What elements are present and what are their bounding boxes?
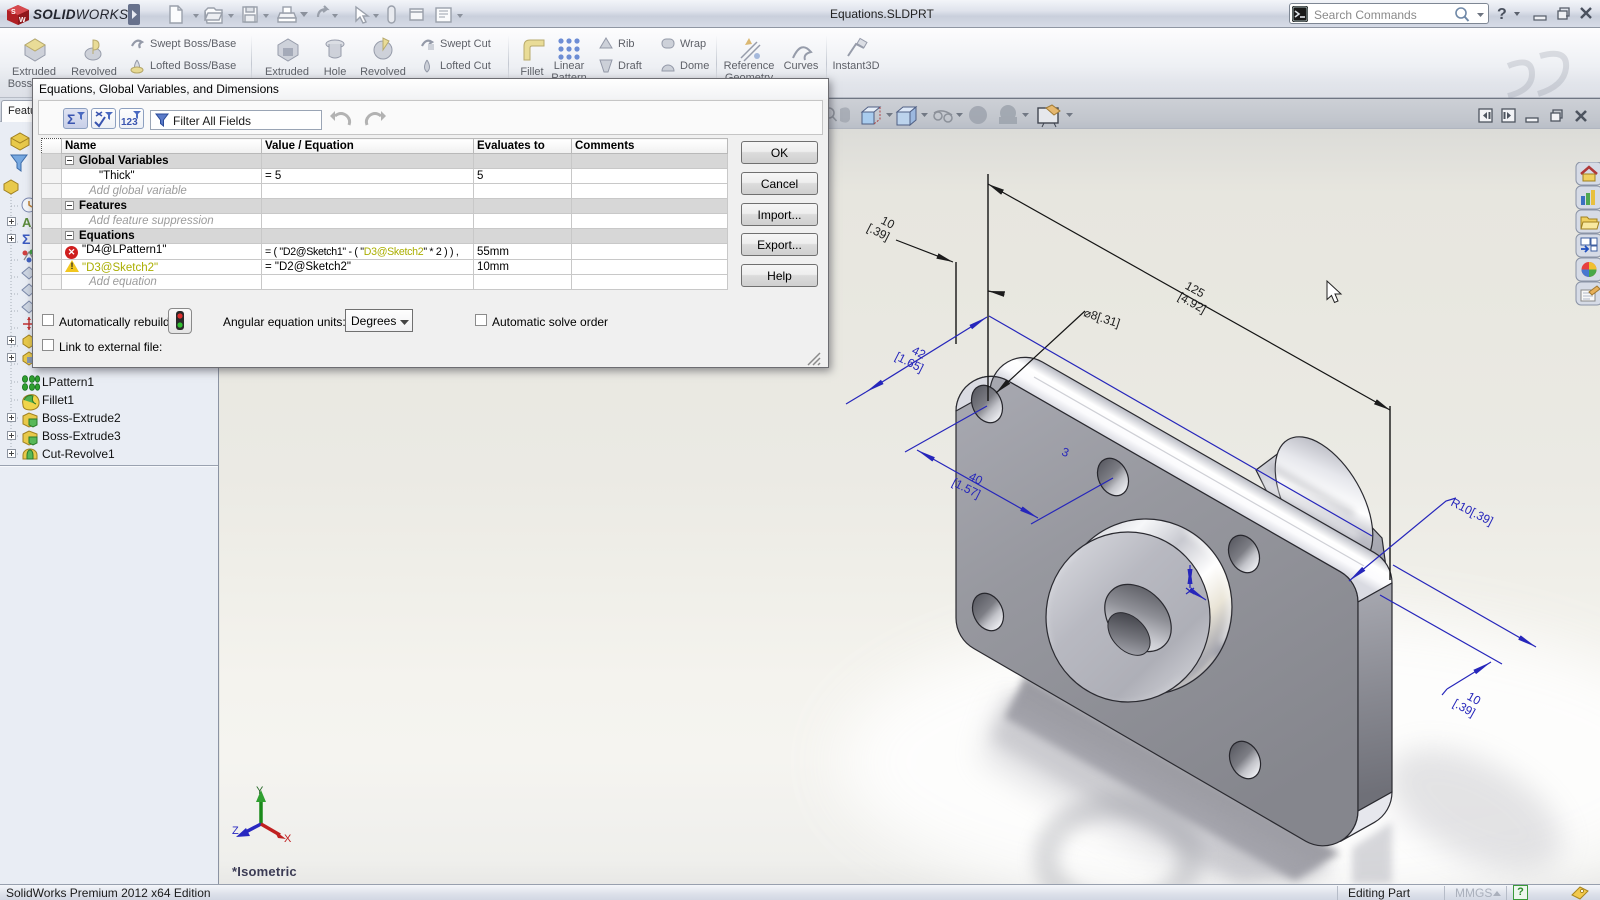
svg-text:Dome: Dome (680, 60, 709, 72)
svg-text:Revolved: Revolved (360, 66, 406, 78)
svg-text:Draft: Draft (618, 60, 642, 72)
svg-text:Extruded: Extruded (265, 66, 309, 78)
svg-text:Extruded: Extruded (12, 66, 56, 78)
svg-text:Instant3D: Instant3D (832, 60, 879, 72)
svg-text:Σ: Σ (67, 111, 75, 127)
svg-text:Lofted Boss/Base: Lofted Boss/Base (150, 60, 236, 72)
svg-text:Swept Cut: Swept Cut (440, 38, 491, 50)
svg-text:Lofted Cut: Lofted Cut (440, 60, 491, 72)
svg-text:Swept Boss/Base: Swept Boss/Base (150, 38, 236, 50)
svg-text:Wrap: Wrap (680, 38, 706, 50)
svg-text:Σ: Σ (22, 231, 30, 247)
svg-text:R10[.39]: R10[.39] (1449, 495, 1496, 528)
svg-text:A: A (22, 215, 32, 230)
svg-text:Reference: Reference (724, 60, 775, 72)
svg-text:123: 123 (121, 117, 138, 128)
svg-text:Curves: Curves (784, 60, 819, 72)
svg-text:?: ? (1497, 6, 1507, 23)
svg-text:Hole: Hole (324, 66, 347, 78)
svg-text:Fillet: Fillet (520, 66, 543, 78)
svg-text:S: S (11, 9, 16, 16)
svg-text:Revolved: Revolved (71, 66, 117, 78)
svg-text:Rib: Rib (618, 38, 635, 50)
svg-text:Linear: Linear (554, 60, 585, 72)
svg-text:⌀8[.31]: ⌀8[.31] (1082, 306, 1122, 331)
svg-text:W: W (19, 17, 26, 24)
